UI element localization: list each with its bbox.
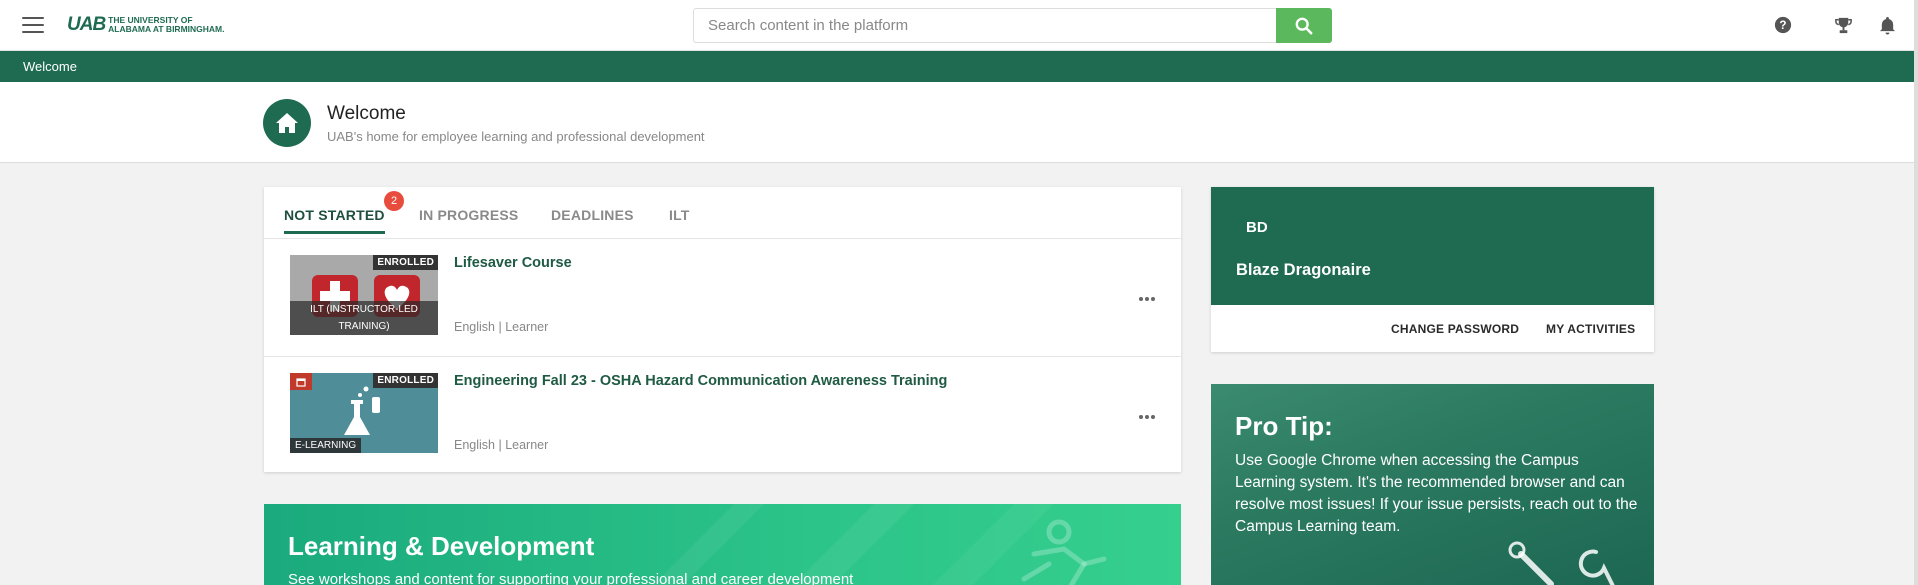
tab-label: NOT STARTED [284,207,385,223]
course-meta: English | Learner [454,320,549,334]
tab-not-started[interactable]: NOT STARTED [284,207,385,234]
more-options-icon[interactable] [1139,297,1155,301]
tab-label: DEADLINES [551,207,634,223]
course-title[interactable]: Engineering Fall 23 - OSHA Hazard Commun… [454,373,947,389]
tab-label: IN PROGRESS [419,207,519,223]
course-thumbnail[interactable]: ENROLLED E-LEARNING [290,373,438,453]
breadcrumb[interactable]: Welcome [23,59,77,74]
runner-icon [1021,519,1107,585]
avatar[interactable]: BD [1246,219,1268,236]
course-item: ENROLLED ILT (INSTRUCTOR-LED TRAINING) L… [264,239,1181,356]
menu-icon[interactable] [22,17,44,33]
help-icon[interactable]: ? [1772,14,1794,36]
page-title: Welcome [327,103,406,124]
enrolled-badge: ENROLLED [373,373,438,388]
tab-ilt[interactable]: ILT [669,207,690,234]
banner-subtitle: See workshops and content for supporting… [288,571,854,585]
learning-development-banner[interactable]: Learning & Development See workshops and… [264,504,1181,585]
home-icon [263,99,311,147]
profile-card: BD Blaze Dragonaire CHANGE PASSWORD MY A… [1211,187,1654,352]
course-meta: English | Learner [454,438,549,452]
banner-title: Learning & Development [288,531,595,561]
search-input[interactable] [693,8,1276,43]
profile-header: BD Blaze Dragonaire [1211,187,1654,305]
logo-text: THE UNIVERSITY OF ALABAMA AT BIRMINGHAM. [108,16,224,34]
course-type-label: E-LEARNING [290,438,362,453]
page-scrollbar[interactable] [1914,0,1918,585]
count-badge: 2 [384,191,404,211]
bell-icon[interactable] [1876,14,1898,36]
change-password-link[interactable]: CHANGE PASSWORD [1391,322,1519,336]
course-type-label: ILT (INSTRUCTOR-LED TRAINING) [290,301,438,335]
more-options-icon[interactable] [1139,415,1155,419]
page-subtitle: UAB's home for employee learning and pro… [327,129,705,144]
search-bar [693,8,1332,43]
course-item: ENROLLED E-LEARNING Engineering Fall 23 … [264,356,1181,473]
my-activities-link[interactable]: MY ACTIVITIES [1546,322,1635,336]
top-bar: UAB THE UNIVERSITY OF ALABAMA AT BIRMING… [0,0,1918,51]
trophy-icon[interactable] [1832,14,1854,36]
user-name: Blaze Dragonaire [1236,261,1371,279]
courses-panel: NOT STARTED 2 IN PROGRESS DEADLINES ILT … [264,187,1181,472]
course-tabs: NOT STARTED 2 IN PROGRESS DEADLINES ILT [264,187,1181,239]
search-icon [1295,17,1313,34]
tab-in-progress[interactable]: IN PROGRESS [419,207,518,234]
pro-tip-card: Pro Tip: Use Google Chrome when accessin… [1211,384,1654,585]
enrolled-badge: ENROLLED [373,255,438,270]
tab-deadlines[interactable]: DEADLINES [551,207,634,234]
logo-line-2: ALABAMA AT BIRMINGHAM. [108,24,225,34]
course-title[interactable]: Lifesaver Course [454,255,572,271]
logo-mark: UAB [67,14,106,35]
svg-text:?: ? [1779,19,1786,32]
course-thumbnail[interactable]: ENROLLED ILT (INSTRUCTOR-LED TRAINING) [290,255,438,335]
uab-logo[interactable]: UAB THE UNIVERSITY OF ALABAMA AT BIRMING… [67,14,224,35]
search-button[interactable] [1276,8,1332,43]
pro-tip-body: Use Google Chrome when accessing the Cam… [1235,452,1638,535]
breadcrumb-bar: Welcome [0,51,1918,82]
calendar-icon [290,373,312,390]
tab-label: ILT [669,207,690,223]
page-header: Welcome UAB's home for employee learning… [0,82,1918,163]
pro-tip-title: Pro Tip: [1235,411,1333,441]
